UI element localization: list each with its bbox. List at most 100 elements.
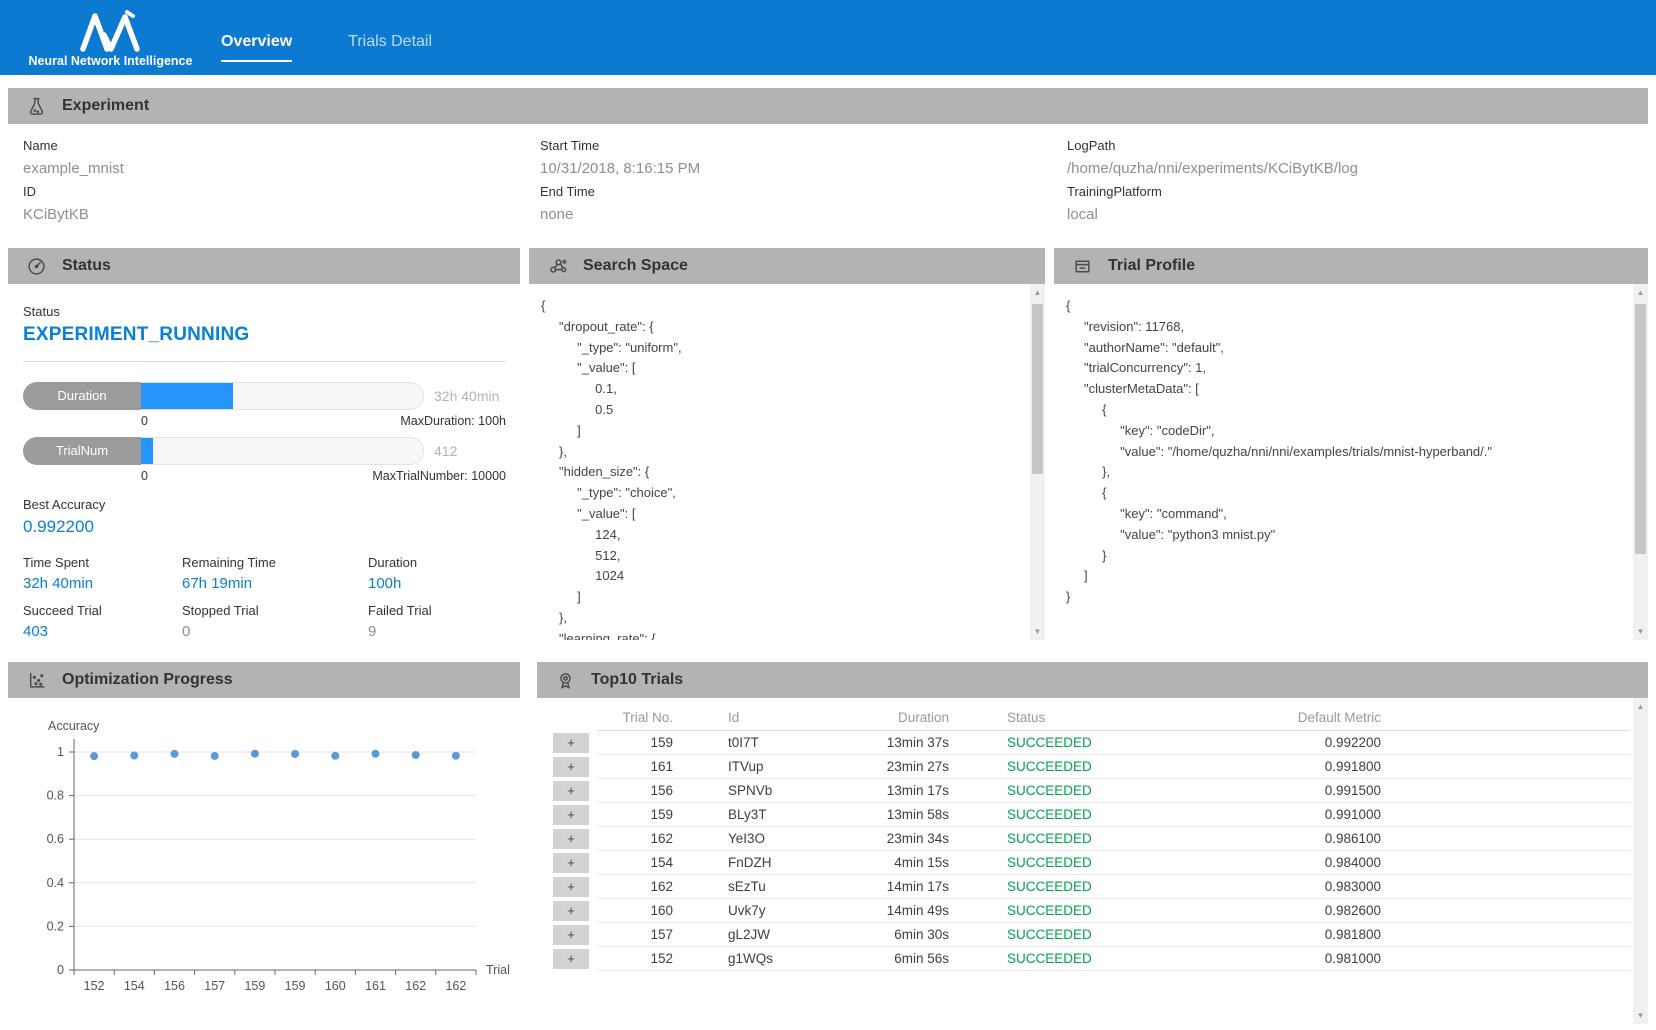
cell-default-metric: 0.982600 xyxy=(1297,899,1397,923)
scroll-up-icon[interactable]: ▲ xyxy=(1633,699,1648,714)
table-row: + 154 FnDZH 4min 15s SUCCEEDED 0.984000 xyxy=(537,851,1630,875)
scatter-chart-icon xyxy=(27,670,47,690)
cell-status: SUCCEEDED xyxy=(953,851,1297,875)
top10-section-bar: Top10 Trials xyxy=(537,662,1648,698)
nni-logo-icon xyxy=(78,10,144,52)
expand-row-button[interactable]: + xyxy=(553,805,589,825)
cell-trial-no: 156 xyxy=(597,779,673,803)
status-section-title: Status xyxy=(62,257,111,275)
svg-text:162: 162 xyxy=(405,979,426,993)
scrollbar-thumb[interactable] xyxy=(1032,304,1043,474)
trial-profile-scrollbar[interactable]: ▲ ▼ xyxy=(1633,284,1648,640)
trialnum-progress-track xyxy=(141,437,424,465)
search-space-panel: Search Space { "dropout_rate": { "_type"… xyxy=(529,248,1045,660)
experiment-col-1: Name example_mnist ID KCiBytKB xyxy=(23,134,540,226)
cell-trial-no: 159 xyxy=(597,731,673,755)
scroll-up-icon[interactable]: ▲ xyxy=(1633,285,1648,300)
search-space-scrollbar[interactable]: ▲ ▼ xyxy=(1030,284,1045,640)
cell-default-metric: 0.992200 xyxy=(1297,731,1397,755)
expand-row-button[interactable]: + xyxy=(553,853,589,873)
cell-trial-id: SPNVb xyxy=(673,779,847,803)
trialnum-progress-value: 412 xyxy=(434,443,506,459)
scroll-down-icon[interactable]: ▼ xyxy=(1030,624,1045,639)
top10-table-body: + 159 t0I7T 13min 37s SUCCEEDED 0.992200… xyxy=(537,731,1630,971)
tab-overview[interactable]: Overview xyxy=(221,33,292,62)
col-id: Id xyxy=(673,704,847,731)
trialnum-progress: TrialNum 412 xyxy=(23,437,506,465)
cell-duration: 6min 56s xyxy=(847,947,953,971)
svg-text:160: 160 xyxy=(325,979,346,993)
succeed-trial-value: 403 xyxy=(23,623,182,640)
table-row: + 157 gL2JW 6min 30s SUCCEEDED 0.981800 xyxy=(537,923,1630,947)
trialnum-progress-fill xyxy=(141,438,153,464)
scroll-up-icon[interactable]: ▲ xyxy=(1030,285,1045,300)
graph-nodes-icon xyxy=(548,256,568,276)
cell-trial-id: BLy3T xyxy=(673,803,847,827)
field-value: KCiBytKB xyxy=(23,203,540,226)
cell-trial-id: sEzTu xyxy=(673,875,847,899)
field-value: /home/quzha/nni/experiments/KCiBytKB/log xyxy=(1067,157,1648,180)
expand-row-button[interactable]: + xyxy=(553,757,589,777)
col-duration: Duration xyxy=(847,704,953,731)
cell-status: SUCCEEDED xyxy=(953,899,1297,923)
top10-scrollbar[interactable]: ▲ ▼ xyxy=(1633,698,1648,1024)
duration-progress-track xyxy=(141,382,424,410)
cell-trial-id: g1WQs xyxy=(673,947,847,971)
expand-row-button[interactable]: + xyxy=(553,829,589,849)
svg-text:159: 159 xyxy=(244,979,265,993)
optimization-section-title: Optimization Progress xyxy=(62,671,233,689)
col-default-metric: Default Metric xyxy=(1297,704,1397,731)
field-value: example_mnist xyxy=(23,157,540,180)
cell-duration: 23min 34s xyxy=(847,827,953,851)
cell-trial-no: 160 xyxy=(597,899,673,923)
duration-progress-label: Duration xyxy=(23,382,141,410)
optimization-section-bar: Optimization Progress xyxy=(8,662,520,698)
cell-status: SUCCEEDED xyxy=(953,923,1297,947)
cell-trial-id: Uvk7y xyxy=(673,899,847,923)
expand-row-button[interactable]: + xyxy=(553,925,589,945)
cell-duration: 4min 15s xyxy=(847,851,953,875)
divider xyxy=(23,361,506,362)
trialnum-progress-scale: 0 MaxTrialNumber: 10000 xyxy=(141,469,506,483)
cell-status: SUCCEEDED xyxy=(953,755,1297,779)
search-space-json: { "dropout_rate": { "_type": "uniform", … xyxy=(529,284,1045,640)
expand-row-button[interactable]: + xyxy=(553,733,589,753)
field-value: 10/31/2018, 8:16:15 PM xyxy=(540,157,1067,180)
duration-progress-fill xyxy=(141,383,233,409)
cell-default-metric: 0.991000 xyxy=(1297,803,1397,827)
cell-default-metric: 0.991800 xyxy=(1297,755,1397,779)
cell-trial-id: YeI3O xyxy=(673,827,847,851)
svg-text:161: 161 xyxy=(365,979,386,993)
brand: Neural Network Intelligence xyxy=(0,0,213,75)
col-trial-no: Trial No. xyxy=(597,704,673,731)
table-row: + 162 YeI3O 23min 34s SUCCEEDED 0.986100 xyxy=(537,827,1630,851)
status-panel: Status Status EXPERIMENT_RUNNING Duratio… xyxy=(8,248,520,660)
status-label: Status xyxy=(23,304,506,319)
stopped-trial-value: 0 xyxy=(182,623,368,640)
cell-trial-no: 161 xyxy=(597,755,673,779)
scroll-down-icon[interactable]: ▼ xyxy=(1633,1008,1648,1023)
expand-row-button[interactable]: + xyxy=(553,781,589,801)
cell-status: SUCCEEDED xyxy=(953,875,1297,899)
cell-default-metric: 0.983000 xyxy=(1297,875,1397,899)
cell-duration: 6min 30s xyxy=(847,923,953,947)
cell-duration: 14min 49s xyxy=(847,899,953,923)
cell-default-metric: 0.991500 xyxy=(1297,779,1397,803)
expand-row-button[interactable]: + xyxy=(553,877,589,897)
top10-trials-panel: Top10 Trials Trial No. Id Duration Statu… xyxy=(537,662,1648,1024)
scrollbar-thumb[interactable] xyxy=(1635,304,1646,554)
table-row: + 152 g1WQs 6min 56s SUCCEEDED 0.981000 xyxy=(537,947,1630,971)
tab-trials-detail[interactable]: Trials Detail xyxy=(348,33,432,51)
field-label: ID xyxy=(23,180,540,203)
scroll-down-icon[interactable]: ▼ xyxy=(1633,624,1648,639)
svg-text:0.4: 0.4 xyxy=(47,876,64,890)
svg-text:159: 159 xyxy=(285,979,306,993)
field-value: none xyxy=(540,203,1067,226)
svg-text:152: 152 xyxy=(84,979,105,993)
search-space-section-bar: Search Space xyxy=(529,248,1045,284)
expand-row-button[interactable]: + xyxy=(553,949,589,969)
field-label: Start Time xyxy=(540,134,1067,157)
table-row: + 156 SPNVb 13min 17s SUCCEEDED 0.991500 xyxy=(537,779,1630,803)
duration-progress-value: 32h 40min xyxy=(434,388,506,404)
expand-row-button[interactable]: + xyxy=(553,901,589,921)
